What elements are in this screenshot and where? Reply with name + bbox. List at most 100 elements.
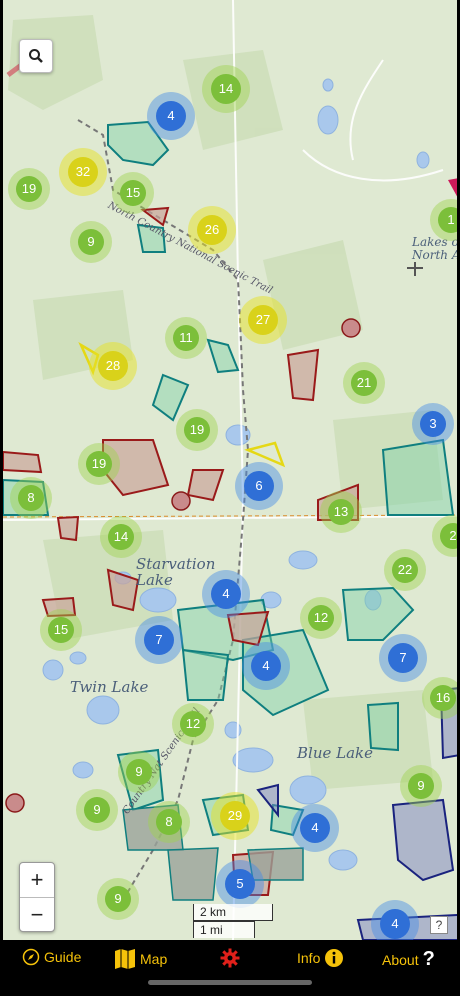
cluster-marker[interactable]: 4 bbox=[201, 569, 251, 619]
cluster-count: 19 bbox=[86, 451, 112, 477]
cluster-marker[interactable]: 21 bbox=[343, 362, 385, 404]
cluster-count: 27 bbox=[248, 305, 278, 335]
cluster-count: 3 bbox=[420, 411, 446, 437]
tab-settings[interactable] bbox=[220, 948, 240, 968]
cluster-marker[interactable]: 9 bbox=[400, 765, 442, 807]
cluster-count: 15 bbox=[120, 180, 146, 206]
cluster-marker[interactable]: 4 bbox=[241, 641, 291, 691]
cluster-count: 9 bbox=[126, 759, 152, 785]
cluster-count: 8 bbox=[18, 485, 44, 511]
tab-guide-label: Guide bbox=[44, 949, 82, 965]
cluster-marker[interactable]: 14 bbox=[100, 516, 142, 558]
cluster-count: 9 bbox=[78, 229, 104, 255]
tab-map-label: Map bbox=[140, 951, 168, 967]
twin-lake-label: Twin Lake bbox=[70, 678, 149, 696]
cluster-marker[interactable]: 16 bbox=[422, 677, 457, 719]
cluster-count: 11 bbox=[173, 325, 199, 351]
tab-bar: Guide Map Info About ? bbox=[0, 940, 460, 996]
cluster-marker[interactable]: 5 bbox=[215, 859, 265, 909]
tab-about[interactable]: About ? bbox=[382, 948, 435, 971]
cluster-count: 9 bbox=[105, 886, 131, 912]
zoom-out-button[interactable]: − bbox=[20, 898, 54, 932]
attribution-button[interactable]: ? bbox=[430, 916, 448, 934]
cluster-count: 7 bbox=[144, 625, 174, 655]
cluster-count: 14 bbox=[211, 74, 241, 104]
question-icon: ? bbox=[422, 948, 435, 970]
cluster-count: 4 bbox=[380, 909, 410, 939]
map-view[interactable]: Starvation Lake Twin Lake Blue Lake Lake… bbox=[0, 0, 460, 940]
tab-about-label: About bbox=[382, 951, 419, 968]
cluster-marker[interactable]: 22 bbox=[384, 549, 426, 591]
cluster-marker[interactable]: 32 bbox=[58, 147, 108, 197]
cluster-count: 13 bbox=[328, 499, 354, 525]
cluster-marker[interactable]: 8 bbox=[148, 801, 190, 843]
cluster-count: 28 bbox=[98, 351, 128, 381]
tab-guide[interactable]: Guide bbox=[22, 948, 81, 966]
blue-lake-label: Blue Lake bbox=[297, 744, 373, 762]
tab-map[interactable]: Map bbox=[114, 948, 167, 970]
cluster-count: 1 bbox=[438, 207, 457, 233]
cluster-count: 8 bbox=[156, 809, 182, 835]
app-screen: Starvation Lake Twin Lake Blue Lake Lake… bbox=[0, 0, 460, 996]
cluster-count: 16 bbox=[430, 685, 456, 711]
cluster-marker[interactable]: 9 bbox=[70, 221, 112, 263]
cluster-marker[interactable]: 29 bbox=[210, 791, 260, 841]
info-icon bbox=[325, 949, 344, 967]
cluster-marker[interactable]: 28 bbox=[88, 341, 138, 391]
cluster-marker[interactable]: 9 bbox=[97, 878, 139, 920]
cluster-marker[interactable]: 19 bbox=[8, 168, 50, 210]
tab-info[interactable]: Info bbox=[297, 948, 344, 968]
cluster-marker[interactable]: 11 bbox=[165, 317, 207, 359]
cluster-count: 4 bbox=[300, 813, 330, 843]
cluster-marker[interactable]: 6 bbox=[234, 461, 284, 511]
cluster-count: 22 bbox=[392, 557, 418, 583]
cluster-marker[interactable]: 9 bbox=[118, 751, 160, 793]
cluster-marker[interactable]: 9 bbox=[76, 789, 118, 831]
cluster-marker[interactable]: 4 bbox=[146, 91, 196, 141]
cluster-count: 12 bbox=[180, 711, 206, 737]
cluster-marker[interactable]: 15 bbox=[112, 172, 154, 214]
cluster-marker[interactable]: 26 bbox=[187, 205, 237, 255]
cluster-marker[interactable]: 27 bbox=[238, 295, 288, 345]
cluster-count: 9 bbox=[408, 773, 434, 799]
cluster-count: 26 bbox=[197, 215, 227, 245]
cluster-marker[interactable]: 15 bbox=[40, 609, 82, 651]
map-icon bbox=[115, 949, 135, 969]
cluster-count: 19 bbox=[184, 417, 210, 443]
compass-icon bbox=[22, 948, 40, 966]
cluster-count: 14 bbox=[108, 524, 134, 550]
zoom-control: + − bbox=[19, 862, 55, 932]
gear-icon bbox=[220, 948, 240, 968]
cluster-marker[interactable]: 7 bbox=[134, 615, 184, 665]
cluster-count: 7 bbox=[388, 643, 418, 673]
cluster-count: 19 bbox=[16, 176, 42, 202]
cluster-marker[interactable]: 12 bbox=[300, 597, 342, 639]
scale-km: 2 km bbox=[193, 904, 273, 921]
home-indicator bbox=[148, 980, 312, 985]
cluster-count: 2 bbox=[440, 523, 457, 549]
cluster-count: 29 bbox=[220, 801, 250, 831]
cluster-marker[interactable]: 19 bbox=[176, 409, 218, 451]
cluster-marker[interactable]: 19 bbox=[78, 443, 120, 485]
cluster-count: 4 bbox=[156, 101, 186, 131]
cluster-count: 32 bbox=[68, 157, 98, 187]
tab-info-label: Info bbox=[297, 950, 321, 966]
cluster-count: 5 bbox=[225, 869, 255, 899]
cluster-count: 4 bbox=[211, 579, 241, 609]
cluster-marker[interactable]: 13 bbox=[320, 491, 362, 533]
cluster-marker[interactable]: 14 bbox=[201, 64, 251, 114]
cluster-count: 15 bbox=[48, 617, 74, 643]
scale-bar: 2 km 1 mi bbox=[193, 904, 273, 938]
search-button[interactable] bbox=[19, 39, 53, 73]
cluster-marker[interactable]: 8 bbox=[10, 477, 52, 519]
cluster-marker[interactable]: 3 bbox=[412, 403, 454, 445]
search-icon bbox=[29, 49, 43, 63]
cluster-marker[interactable]: 4 bbox=[290, 803, 340, 853]
cluster-count: 9 bbox=[84, 797, 110, 823]
cluster-count: 12 bbox=[308, 605, 334, 631]
zoom-in-button[interactable]: + bbox=[20, 863, 54, 897]
cluster-marker[interactable]: 7 bbox=[378, 633, 428, 683]
cluster-count: 6 bbox=[244, 471, 274, 501]
cluster-marker[interactable]: 12 bbox=[172, 703, 214, 745]
cluster-count: 4 bbox=[251, 651, 281, 681]
